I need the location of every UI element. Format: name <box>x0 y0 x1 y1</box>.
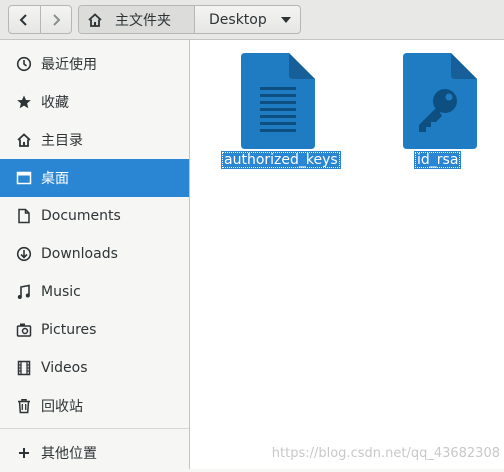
plus-icon <box>15 444 33 462</box>
sidebar-item-label: Music <box>41 284 81 300</box>
path-home-label: 主文件夹 <box>115 12 171 29</box>
sidebar-item-other-locations[interactable]: 其他位置 <box>0 434 189 472</box>
sidebar: 最近使用 收藏 主目录 桌面 Documents Downloads Music… <box>0 40 190 469</box>
sidebar-item-trash[interactable]: 回收站 <box>0 387 189 425</box>
sidebar-item-recent[interactable]: 最近使用 <box>0 45 189 83</box>
sidebar-item-label: Downloads <box>41 246 118 262</box>
file-name: id_rsa <box>414 151 462 169</box>
film-icon <box>15 359 33 377</box>
sidebar-item-desktop[interactable]: 桌面 <box>0 159 189 197</box>
file-name: authorized_keys <box>221 151 341 169</box>
watermark: https://blog.csdn.net/qq_43682308 <box>271 446 500 461</box>
sidebar-item-music[interactable]: Music <box>0 273 189 311</box>
download-icon <box>15 245 33 263</box>
chevron-right-icon <box>53 13 61 26</box>
sidebar-item-label: 最近使用 <box>41 57 97 73</box>
sidebar-item-pictures[interactable]: Pictures <box>0 311 189 349</box>
sidebar-item-label: 主目录 <box>41 133 83 149</box>
path-dropdown-button[interactable] <box>272 6 300 33</box>
sidebar-divider <box>0 428 189 429</box>
sidebar-item-label: 桌面 <box>41 171 69 187</box>
sidebar-item-documents[interactable]: Documents <box>0 197 189 235</box>
forward-button[interactable] <box>39 6 72 33</box>
sidebar-item-label: Videos <box>41 360 88 376</box>
trash-icon <box>15 397 33 415</box>
document-icon <box>15 207 33 225</box>
path-home-button[interactable]: 主文件夹 <box>79 6 195 33</box>
text-document-icon <box>241 53 315 149</box>
file-item[interactable]: authorized_keys <box>218 52 341 172</box>
sidebar-item-label: 收藏 <box>41 95 69 111</box>
camera-icon <box>15 321 33 339</box>
file-item[interactable]: id_rsa <box>380 52 500 172</box>
sidebar-item-downloads[interactable]: Downloads <box>0 235 189 273</box>
path-current-button[interactable]: Desktop <box>195 6 272 33</box>
sidebar-item-label: Documents <box>41 208 121 224</box>
sidebar-item-starred[interactable]: 收藏 <box>0 83 189 121</box>
path-bar: 主文件夹 Desktop <box>78 5 301 34</box>
sidebar-item-videos[interactable]: Videos <box>0 349 189 387</box>
music-icon <box>15 283 33 301</box>
key-document-icon <box>403 53 477 149</box>
header-bar: 主文件夹 Desktop <box>0 0 504 40</box>
back-button[interactable] <box>9 6 40 33</box>
clock-icon <box>15 55 33 73</box>
home-icon <box>15 131 33 149</box>
star-icon <box>15 93 33 111</box>
chevron-left-icon <box>19 13 27 26</box>
sidebar-item-label: 其他位置 <box>41 446 97 462</box>
sidebar-item-label: Pictures <box>41 322 97 338</box>
folder-icon <box>15 169 33 187</box>
home-icon <box>88 12 102 27</box>
sidebar-item-home[interactable]: 主目录 <box>0 121 189 159</box>
navigation-buttons <box>8 5 72 34</box>
triangle-down-icon <box>281 16 291 23</box>
sidebar-item-label: 回收站 <box>41 399 83 415</box>
file-view: authorized_keys id_rsa https://blog.csdn… <box>190 40 504 469</box>
path-current-label: Desktop <box>209 11 267 28</box>
